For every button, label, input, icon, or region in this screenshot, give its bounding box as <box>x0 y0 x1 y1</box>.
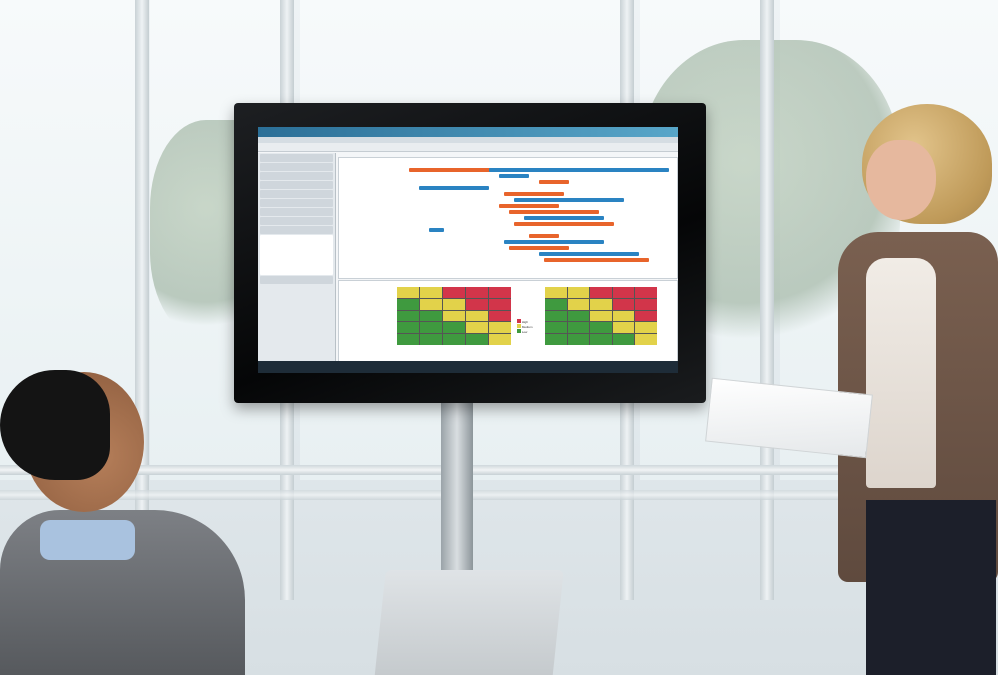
app-toolbar <box>258 143 678 152</box>
risk-heatmap <box>545 287 657 345</box>
heatmap-cell <box>567 287 590 298</box>
browser-titlebar <box>258 127 678 137</box>
gantt-bar <box>509 246 569 250</box>
heatmap-cell <box>443 298 465 310</box>
gantt-bar <box>509 210 599 214</box>
heatmap-cell <box>590 287 612 298</box>
heatmap-cell <box>545 298 567 310</box>
legend-low: Low <box>521 330 528 334</box>
gantt-bar <box>499 174 529 178</box>
laptop <box>374 570 564 675</box>
heatmap-cell <box>466 298 488 310</box>
woman-face <box>866 140 936 220</box>
heatmap-cell <box>489 322 511 334</box>
heatmap-cell <box>420 322 442 334</box>
gantt-bar <box>489 168 669 172</box>
woman-pants <box>866 500 996 675</box>
heatmap-cell <box>420 334 442 345</box>
heatmap-cell <box>612 298 635 310</box>
window-frame <box>760 0 774 600</box>
heatmap-cell <box>420 287 442 298</box>
man-collar <box>40 520 135 560</box>
gantt-bar <box>544 258 649 262</box>
heatmap-cell <box>397 287 419 298</box>
gantt-bar <box>539 252 639 256</box>
monitor-screen: High Medium Low <box>258 127 678 373</box>
gantt-bar <box>514 198 624 202</box>
heatmap-cell <box>567 322 590 334</box>
risk-panel: High Medium Low <box>338 280 678 362</box>
heatmap-cell <box>545 334 567 345</box>
heatmap-cell <box>489 334 511 345</box>
heatmap-cell <box>420 310 442 322</box>
gantt-chart <box>338 157 678 279</box>
heatmap-cell <box>590 322 612 334</box>
heatmap-cell <box>635 298 657 310</box>
heatmap-cell <box>466 322 488 334</box>
gantt-bar <box>514 222 614 226</box>
gantt-bar <box>419 186 489 190</box>
heatmap-cell <box>590 334 612 345</box>
gantt-bar <box>529 234 559 238</box>
heatmap-cell <box>545 310 567 322</box>
heatmap-cell <box>590 298 612 310</box>
heatmap-cell <box>612 310 635 322</box>
gantt-bar <box>539 180 569 184</box>
monitor-stand <box>441 400 473 580</box>
heatmap-cell <box>443 310 465 322</box>
heatmap-cell <box>612 322 635 334</box>
heatmap-cell <box>489 310 511 322</box>
heatmap-cell <box>466 310 488 322</box>
heatmap-cell <box>397 310 419 322</box>
heatmap-cell <box>443 322 465 334</box>
gantt-bar <box>499 204 559 208</box>
heatmap-cell <box>397 298 419 310</box>
office-scene: High Medium Low <box>0 0 998 675</box>
heatmap-cell <box>397 334 419 345</box>
heatmap-cell <box>567 298 590 310</box>
heatmap-cell <box>590 310 612 322</box>
heatmap-cell <box>567 310 590 322</box>
heatmap-cell <box>567 334 590 345</box>
heatmap-cell <box>443 287 465 298</box>
wall-monitor: High Medium Low <box>234 103 706 403</box>
heatmap-cell <box>545 322 567 334</box>
man-hair <box>0 370 110 480</box>
heatmap-legend: High Medium Low <box>517 319 533 334</box>
heatmap-cell <box>420 298 442 310</box>
gantt-bar <box>429 228 444 232</box>
heatmap-cell <box>635 310 657 322</box>
heatmap-cell <box>397 322 419 334</box>
heatmap-cell <box>466 287 488 298</box>
heatmap-cell <box>635 322 657 334</box>
gantt-bar <box>504 192 564 196</box>
risk-heatmap <box>397 287 511 345</box>
heatmap-cell <box>635 334 657 345</box>
heatmap-cell <box>612 287 635 298</box>
woman-blouse <box>866 258 936 488</box>
heatmap-cell <box>489 298 511 310</box>
heatmap-cell <box>489 287 511 298</box>
heatmap-cell <box>466 334 488 345</box>
heatmap-cell <box>612 334 635 345</box>
os-taskbar <box>258 361 678 373</box>
app-sidebar <box>258 153 336 361</box>
gantt-bar <box>504 240 604 244</box>
gantt-bar <box>524 216 604 220</box>
heatmap-cell <box>545 287 567 298</box>
heatmap-cell <box>443 334 465 345</box>
heatmap-cell <box>635 287 657 298</box>
